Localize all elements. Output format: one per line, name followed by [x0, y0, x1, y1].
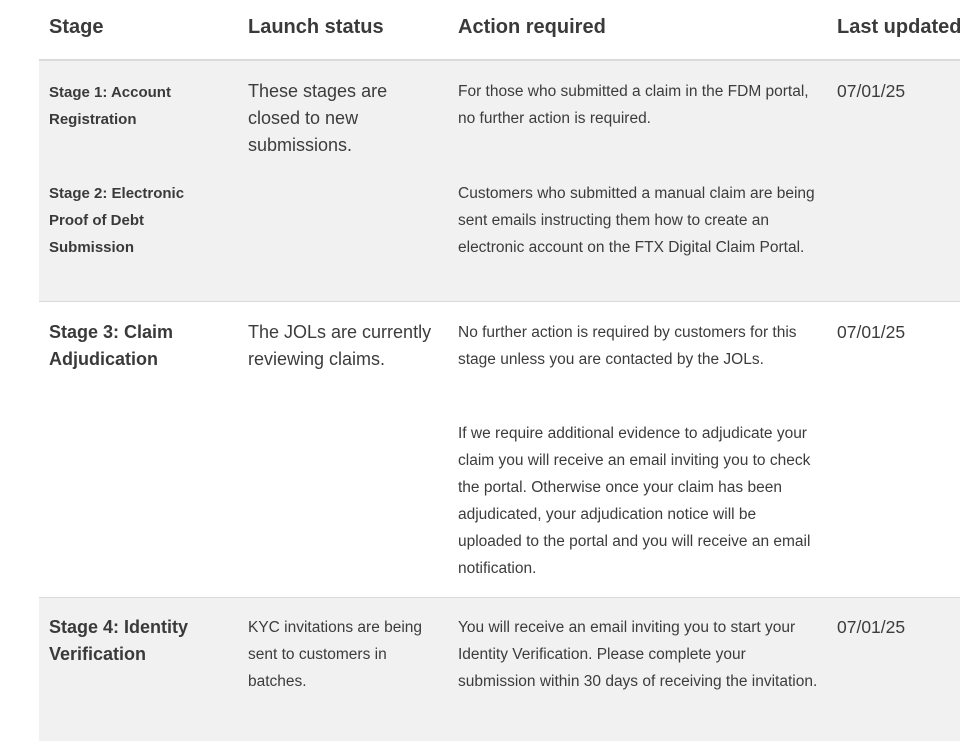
stage-3-label: Stage 3: Claim Adjudication: [49, 322, 174, 369]
stage-2-label: Stage 2: Electronic Proof of Debt Submis…: [49, 185, 185, 256]
stage-4-label: Stage 4: Identity Verification: [49, 617, 189, 664]
action-required-text: For those who submitted a claim in the F…: [458, 83, 809, 127]
claims-stage-table: Stage Launch status Action required Last…: [39, 0, 960, 741]
table-row: Stage 3: Claim Adjudication The JOLs are…: [39, 302, 960, 598]
last-updated-date: 07/01/25: [837, 81, 906, 101]
launch-status: The JOLs are currently reviewing claims.: [248, 322, 432, 369]
action-required-text: No further action is required by custome…: [458, 324, 797, 368]
header-last-updated: Last updated: [837, 16, 960, 38]
last-updated-date: 07/01/25: [837, 617, 906, 637]
header-launch-status: Launch status: [248, 16, 384, 38]
launch-status: KYC invitations are being sent to custom…: [248, 619, 423, 690]
table-row: Stage 1: Account Registration Stage 2: E…: [39, 61, 960, 302]
action-required-text: If we require additional evidence to adj…: [458, 425, 811, 577]
header-stage: Stage: [49, 16, 104, 38]
action-required-text: You will receive an email inviting you t…: [458, 619, 818, 690]
table-row: Stage 4: Identity Verification KYC invit…: [39, 598, 960, 741]
table-header: Stage Launch status Action required Last…: [39, 0, 960, 61]
action-required-text: Customers who submitted a manual claim a…: [458, 185, 815, 256]
header-action-required: Action required: [458, 16, 606, 38]
launch-status: These stages are closed to new submissio…: [248, 81, 388, 155]
stage-1-label: Stage 1: Account Registration: [49, 84, 171, 128]
last-updated-date: 07/01/25: [837, 322, 906, 342]
